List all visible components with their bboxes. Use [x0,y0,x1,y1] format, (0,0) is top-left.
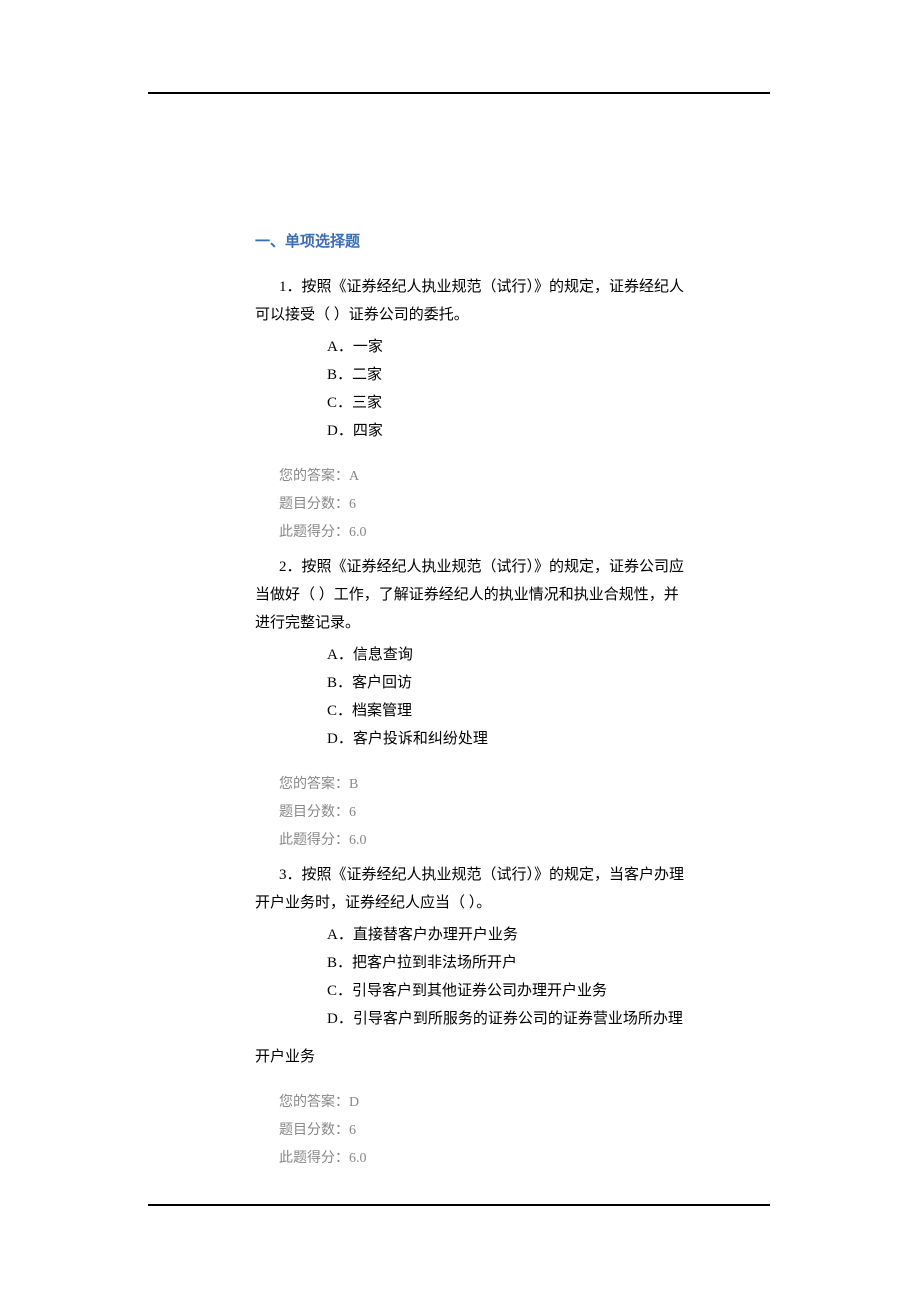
question-points: 题目分数：6 [255,1117,687,1145]
answer-label: 您的答案： [279,1095,349,1110]
question-number: 1． [279,279,302,295]
question-text: 3．按照《证券经纪人执业规范（试行）》的规定，当客户办理开户业务时，证券经纪人应… [255,861,687,917]
your-answer: 您的答案：D [255,1089,687,1117]
question-score: 此题得分：6.0 [255,1145,687,1173]
options-list: A．直接替客户办理开户业务 B．把客户拉到非法场所开户 C．引导客户到其他证券公… [327,921,687,1033]
your-answer: 您的答案：B [255,771,687,799]
answer-value: B [349,777,358,792]
score-value: 6.0 [349,1151,367,1166]
option-text: 一家 [353,339,383,355]
score-label: 此题得分： [279,1151,349,1166]
question-score: 此题得分：6.0 [255,827,687,855]
points-value: 6 [349,805,356,820]
option-d: D．引导客户到所服务的证券公司的证券营业场所办理 [327,1005,687,1033]
score-label: 此题得分： [279,525,349,540]
options-list: A．信息查询 B．客户回访 C．档案管理 D．客户投诉和纠纷处理 [327,641,687,753]
section-title: 一、单项选择题 [255,230,687,251]
option-text: 客户回访 [352,675,412,691]
score-value: 6.0 [349,525,367,540]
option-a: A．直接替客户办理开户业务 [327,921,687,949]
question-score: 此题得分：6.0 [255,519,687,547]
option-text: 档案管理 [352,703,412,719]
option-b: B．客户回访 [327,669,687,697]
points-label: 题目分数： [279,1123,349,1138]
your-answer: 您的答案：A [255,463,687,491]
option-c: C．档案管理 [327,697,687,725]
option-text: 直接替客户办理开户业务 [353,927,518,943]
score-value: 6.0 [349,833,367,848]
option-a: A．一家 [327,333,687,361]
question-number: 3． [279,867,302,883]
option-label: D． [327,1011,353,1027]
option-b: B．把客户拉到非法场所开户 [327,949,687,977]
question-3: 3．按照《证券经纪人执业规范（试行）》的规定，当客户办理开户业务时，证券经纪人应… [255,861,687,1173]
points-value: 6 [349,497,356,512]
answer-label: 您的答案： [279,469,349,484]
question-2: 2．按照《证券经纪人执业规范（试行）》的规定，证券公司应当做好（ ）工作，了解证… [255,553,687,855]
points-label: 题目分数： [279,497,349,512]
points-value: 6 [349,1123,356,1138]
option-b: B．二家 [327,361,687,389]
option-text: 三家 [352,395,382,411]
question-body: 按照《证券经纪人执业规范（试行）》的规定，证券公司应当做好（ ）工作，了解证券经… [255,559,684,631]
option-a: A．信息查询 [327,641,687,669]
option-label: A． [327,927,353,943]
option-text: 把客户拉到非法场所开户 [352,955,517,971]
question-points: 题目分数：6 [255,491,687,519]
options-list: A．一家 B．二家 C．三家 D．四家 [327,333,687,445]
option-text: 信息查询 [353,647,413,663]
answer-value: A [349,469,359,484]
option-c: C．三家 [327,389,687,417]
option-text: 二家 [352,367,382,383]
option-label: B． [327,675,352,691]
question-body: 按照《证券经纪人执业规范（试行）》的规定，证券经纪人可以接受（ ）证券公司的委托… [255,279,684,323]
option-label: A． [327,647,353,663]
question-number: 2． [279,559,302,575]
option-label: D． [327,731,353,747]
answer-meta: 您的答案：A 题目分数：6 此题得分：6.0 [255,463,687,547]
score-label: 此题得分： [279,833,349,848]
answer-meta: 您的答案：B 题目分数：6 此题得分：6.0 [255,771,687,855]
question-points: 题目分数：6 [255,799,687,827]
document-content: 一、单项选择题 1．按照《证券经纪人执业规范（试行）》的规定，证券经纪人可以接受… [255,230,687,1179]
option-label: C． [327,395,352,411]
question-text: 2．按照《证券经纪人执业规范（试行）》的规定，证券公司应当做好（ ）工作，了解证… [255,553,687,637]
question-text: 1．按照《证券经纪人执业规范（试行）》的规定，证券经纪人可以接受（ ）证券公司的… [255,273,687,329]
option-label: C． [327,703,352,719]
question-body: 按照《证券经纪人执业规范（试行）》的规定，当客户办理开户业务时，证券经纪人应当（… [255,867,684,911]
option-text: 引导客户到所服务的证券公司的证券营业场所办理 [353,1011,683,1027]
option-d: D．客户投诉和纠纷处理 [327,725,687,753]
option-label: C． [327,983,352,999]
top-rule [148,92,770,94]
option-d-continuation: 开户业务 [255,1043,687,1071]
option-text: 引导客户到其他证券公司办理开户业务 [352,983,607,999]
points-label: 题目分数： [279,805,349,820]
answer-meta: 您的答案：D 题目分数：6 此题得分：6.0 [255,1089,687,1173]
answer-value: D [349,1095,359,1110]
option-label: B． [327,367,352,383]
bottom-rule [148,1204,770,1206]
option-text: 四家 [353,423,383,439]
answer-label: 您的答案： [279,777,349,792]
option-text: 客户投诉和纠纷处理 [353,731,488,747]
option-label: D． [327,423,353,439]
option-c: C．引导客户到其他证券公司办理开户业务 [327,977,687,1005]
question-1: 1．按照《证券经纪人执业规范（试行）》的规定，证券经纪人可以接受（ ）证券公司的… [255,273,687,547]
option-label: B． [327,955,352,971]
option-d: D．四家 [327,417,687,445]
option-label: A． [327,339,353,355]
